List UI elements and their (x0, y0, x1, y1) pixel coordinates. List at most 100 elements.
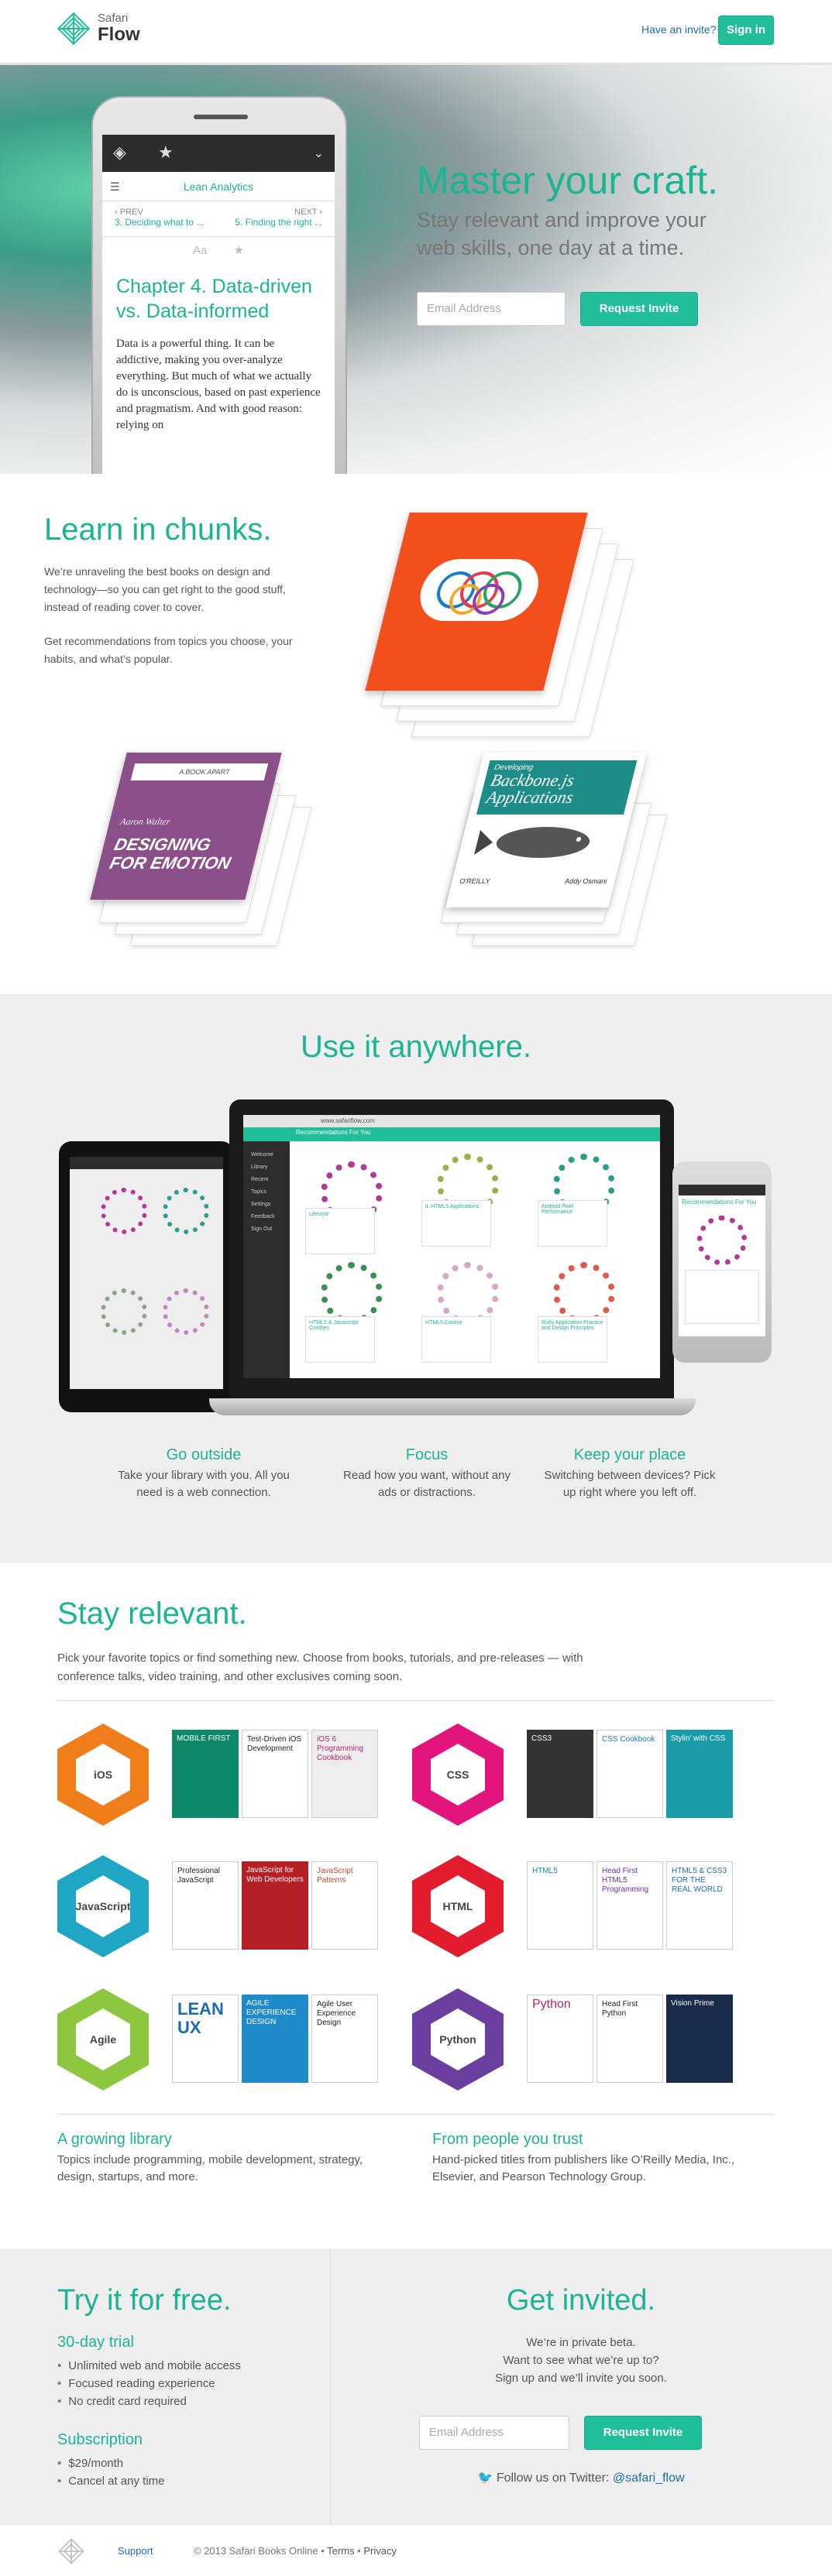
support-link[interactable]: Support (118, 2545, 153, 2557)
reader-title-bar: ☰ Lean Analytics (102, 172, 335, 201)
card-title: iL HTML5 Applications (425, 1204, 480, 1209)
next-chapter-link[interactable]: NEXT › 5. Finding the right ... (235, 208, 322, 228)
hero-section: ◈ ★ ⌄ ☰ Lean Analytics ‹ PREV 3. Deciding… (0, 65, 832, 474)
prev-chapter-link[interactable]: ‹ PREV 3. Deciding what to ... (115, 208, 204, 228)
book-card[interactable]: iL HTML5 Applications (421, 1200, 491, 1247)
feature-text: Read how you want, without any ads or di… (343, 1469, 511, 1499)
topic-html[interactable]: HTML (412, 1855, 504, 1957)
cover-author: Aaron Walter (119, 816, 172, 827)
invite-title: Get invited. (506, 2284, 656, 2317)
book-cover[interactable]: Agile User Experience Design (311, 1995, 378, 2083)
topic-python[interactable]: Python (412, 1988, 504, 2091)
book-card[interactable]: HTML5 Course (421, 1316, 491, 1363)
book-card[interactable]: Android Pixel Performance (538, 1200, 607, 1247)
sign-in-button[interactable]: Sign in (718, 15, 774, 45)
logo[interactable]: Safari Flow (56, 11, 140, 46)
book-cover[interactable]: Vision Prime (666, 1995, 733, 2083)
subscription-title: Subscription (57, 2431, 143, 2448)
sidebar-item[interactable]: Welcome (251, 1149, 290, 1161)
book-cover[interactable]: CSS3 (527, 1730, 593, 1818)
card-title: Lifestyle (309, 1212, 329, 1217)
trial-title: 30-day trial (57, 2334, 134, 2351)
hero-subtitle: Stay relevant and improve your web skill… (417, 208, 707, 259)
book-cover[interactable]: JavaScript for Web Developers (242, 1861, 308, 1950)
book-cover[interactable]: Stylin' with CSS (666, 1730, 733, 1818)
next-title: 5. Finding the right ... (235, 217, 322, 228)
topic-css[interactable]: CSS (412, 1724, 504, 1826)
twitter-handle-link[interactable]: @safari_flow (613, 2471, 685, 2485)
relevant-title: Stay relevant. (57, 1597, 247, 1631)
hero-email-field[interactable]: Email Address (417, 292, 566, 326)
sidebar-item[interactable]: Sign Out (251, 1223, 290, 1236)
hero-request-invite-button[interactable]: Request Invite (580, 292, 698, 326)
topic-label: iOS (76, 1744, 130, 1806)
cover-author: Addy Osmani (564, 877, 608, 885)
chevron-down-icon[interactable]: ⌄ (314, 146, 324, 161)
invite-email-field[interactable]: Email Address (419, 2416, 569, 2450)
topic-label: HTML (431, 1875, 485, 1937)
sidebar-item[interactable]: Recent (251, 1174, 290, 1186)
menu-icon[interactable]: ☰ (110, 172, 120, 201)
book-cover[interactable]: HTML5 & CSS3 FOR THE REAL WORLD (666, 1861, 733, 1950)
book-cover[interactable]: AGILE EXPERIENCE DESIGN (242, 1995, 308, 2083)
book-card[interactable]: HTML5 & Javascript Crashes (305, 1316, 375, 1363)
book-card[interactable] (685, 1270, 759, 1324)
invite-request-button[interactable]: Request Invite (584, 2416, 702, 2450)
privacy-link[interactable]: Privacy (363, 2545, 397, 2557)
have-invite-link[interactable]: Have an invite? (641, 23, 717, 36)
divider (57, 2114, 775, 2115)
feature-go-outside: Go outside Take your library with you. A… (115, 1446, 293, 1501)
signup-section: Try it for free. 30-day trial Unlimited … (0, 2248, 832, 2524)
card-title: HTML5 Course (425, 1320, 462, 1326)
book-cover[interactable]: LEAN UX (172, 1995, 239, 2083)
feature-keep-place: Keep your place Switching between device… (541, 1446, 719, 1501)
twitter-text: Follow us on Twitter: (496, 2471, 610, 2485)
book-cover[interactable]: MOBILE FIRST (172, 1730, 239, 1818)
cover-spiral (437, 1262, 499, 1324)
sidebar-item[interactable]: Topics (251, 1186, 290, 1199)
book-cover[interactable]: Head First Python (596, 1995, 663, 2083)
bookmark-star-icon[interactable]: ★ (234, 244, 244, 257)
feature-text: Switching between devices? Pick up right… (544, 1469, 716, 1499)
cover-spiral (321, 1262, 383, 1324)
learn-title: Learn in chunks. (44, 513, 272, 547)
book-title: Lean Analytics (183, 180, 254, 193)
sidebar-item[interactable]: Library (251, 1161, 290, 1174)
star-icon[interactable]: ★ (158, 142, 174, 163)
book-cover[interactable]: CSS Cookbook (596, 1730, 663, 1818)
sidebar-item[interactable]: Feedback (251, 1211, 290, 1223)
laptop-mockup: www.safariflow.com Welcome Library Recen… (229, 1099, 674, 1398)
book-cover[interactable]: Test-Driven iOS Development (242, 1730, 308, 1818)
try-title: Try it for free. (57, 2284, 232, 2317)
phone-toolbar (679, 1185, 765, 1195)
book-card[interactable]: Ruby Application Practice and Design Pri… (538, 1316, 607, 1363)
growing-library: A growing library Topics include program… (57, 2131, 367, 2186)
learn-section: Learn in chunks. We’re unraveling the be… (0, 474, 832, 994)
invite-line: Sign up and we’ll invite you soon. (495, 2372, 667, 2385)
divider (57, 1700, 775, 1701)
topic-ios[interactable]: iOS (57, 1724, 149, 1826)
cover-title-band: Developing Backbone.js Applications (476, 760, 638, 815)
logo-icon[interactable]: ◈ (113, 142, 126, 163)
topic-agile[interactable]: Agile (57, 1988, 149, 2091)
anywhere-section: Use it anywhere. www.safariflow.com Welc… (0, 994, 832, 1562)
relevant-text: Pick your favorite topics or find someth… (57, 1652, 583, 1683)
sidebar-item[interactable]: Settings (251, 1199, 290, 1211)
phone-speaker (194, 115, 248, 119)
feature-title: Go outside (166, 1446, 242, 1463)
topic-label: Agile (76, 2008, 130, 2070)
cover-title: DESIGNING FOR EMOTION (108, 835, 233, 873)
book-cover[interactable]: Head First HTML5 Programming (596, 1861, 663, 1950)
browser-url: www.safariflow.com (243, 1115, 660, 1127)
book-cover[interactable]: Professional JavaScript (172, 1861, 239, 1950)
book-cover[interactable]: HTML5 (527, 1861, 593, 1950)
book-card[interactable]: Lifestyle (305, 1208, 375, 1254)
font-size-icon[interactable]: Aa (193, 244, 207, 257)
twitter-follow: 🐦 Follow us on Twitter: @safari_flow (330, 2470, 832, 2485)
feature-focus: Focus Read how you want, without any ads… (338, 1446, 516, 1501)
book-cover[interactable]: Python (527, 1995, 593, 2083)
book-cover[interactable]: JavaScript Patterns (311, 1861, 378, 1950)
topic-javascript[interactable]: JavaScript (57, 1855, 149, 1957)
book-cover[interactable]: iOS 6 Programming Cookbook (311, 1730, 378, 1818)
terms-link[interactable]: Terms (327, 2545, 354, 2557)
